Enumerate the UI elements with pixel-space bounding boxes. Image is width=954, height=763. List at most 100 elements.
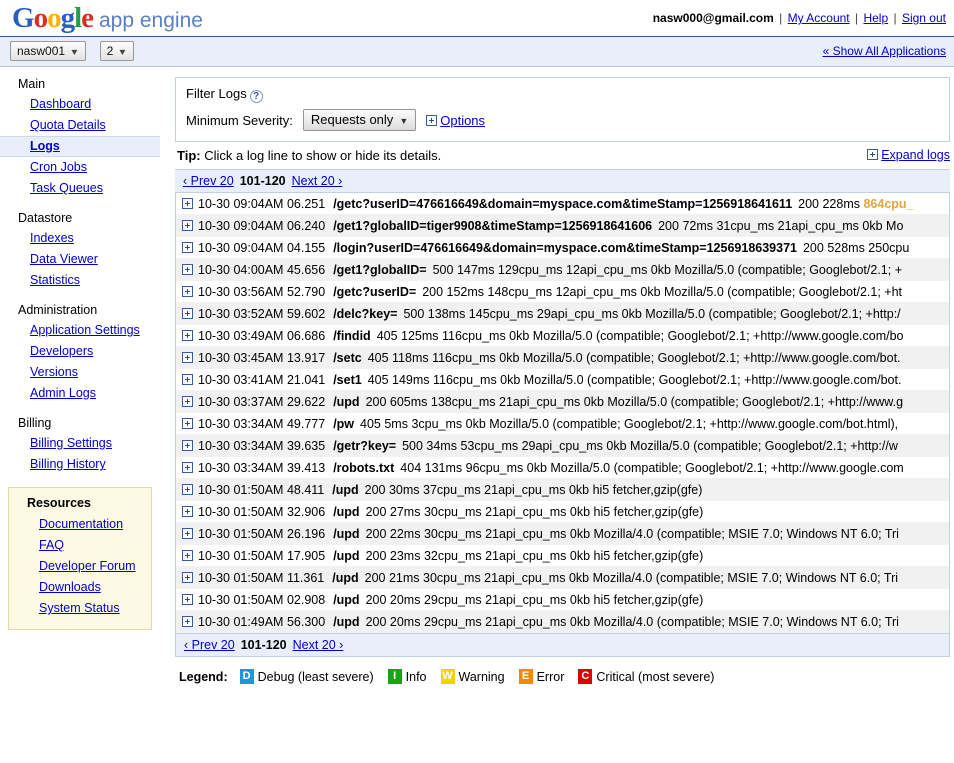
resources-item-system-status[interactable]: System Status bbox=[9, 598, 151, 619]
version-select-label: 2 bbox=[106, 44, 114, 58]
google-app-engine-logo[interactable]: Google app engine bbox=[12, 2, 203, 35]
tip-row: Tip: Click a log line to show or hide it… bbox=[175, 142, 950, 169]
expand-row-icon[interactable] bbox=[182, 308, 193, 319]
options-link[interactable]: Options bbox=[440, 113, 485, 128]
sidebar-item-billing-history[interactable]: Billing History bbox=[0, 454, 160, 475]
log-row[interactable]: 10-30 01:50AM 11.361/upd 200 21ms 30cpu_m… bbox=[176, 567, 949, 589]
log-timestamp: 10-30 01:50AM 48.411 bbox=[198, 483, 325, 497]
resources-item-documentation[interactable]: Documentation bbox=[9, 514, 151, 535]
expand-row-icon[interactable] bbox=[182, 264, 193, 275]
log-row[interactable]: 10-30 01:50AM 02.908/upd 200 20ms 29cpu_m… bbox=[176, 589, 949, 611]
sidebar-item-task-queues[interactable]: Task Queues bbox=[0, 178, 160, 199]
resources-item-faq[interactable]: FAQ bbox=[9, 535, 151, 556]
sidebar-item-data-viewer[interactable]: Data Viewer bbox=[0, 249, 160, 270]
log-row[interactable]: 10-30 03:34AM 39.413/robots.txt 404 131ms… bbox=[176, 457, 949, 479]
expand-row-icon[interactable] bbox=[182, 594, 193, 605]
log-table: 10-30 09:04AM 06.251/getc?userID=4766166… bbox=[175, 193, 950, 633]
expand-row-icon[interactable] bbox=[182, 572, 193, 583]
expand-row-icon[interactable] bbox=[182, 374, 193, 385]
log-row[interactable]: 10-30 01:49AM 56.300/upd 200 20ms 29cpu_m… bbox=[176, 611, 949, 633]
log-row[interactable]: 10-30 01:50AM 48.411/upd 200 30ms 37cpu_m… bbox=[176, 479, 949, 501]
sign-out-link[interactable]: Sign out bbox=[902, 11, 946, 25]
log-details: 200 30ms 37cpu_ms 21api_cpu_ms 0kb hi5 f… bbox=[364, 483, 703, 497]
log-row[interactable]: 10-30 01:50AM 32.906/upd 200 27ms 30cpu_m… bbox=[176, 501, 949, 523]
log-row[interactable]: 10-30 04:00AM 45.656/get1?globalID= 500 1… bbox=[176, 259, 949, 281]
sidebar-item-label: Quota Details bbox=[30, 118, 106, 132]
resources-item-downloads[interactable]: Downloads bbox=[9, 577, 151, 598]
log-request-path: /upd bbox=[332, 483, 359, 497]
help-link[interactable]: Help bbox=[863, 11, 888, 25]
legend-item-label: Error bbox=[536, 669, 565, 684]
sidebar-item-quota-details[interactable]: Quota Details bbox=[0, 115, 160, 136]
sidebar-item-application-settings[interactable]: Application Settings bbox=[0, 320, 160, 341]
severity-chip-i-icon: I bbox=[387, 669, 402, 684]
log-row[interactable]: 10-30 03:41AM 21.041/set1 405 149ms 116cp… bbox=[176, 369, 949, 391]
expand-logs-link[interactable]: Expand logs bbox=[881, 148, 950, 162]
expand-row-icon[interactable] bbox=[182, 462, 193, 473]
log-timestamp: 10-30 03:49AM 06.686 bbox=[198, 329, 326, 343]
log-timestamp: 10-30 01:50AM 11.361 bbox=[198, 571, 325, 585]
prev-page-link-bottom[interactable]: ‹ Prev 20 bbox=[184, 638, 235, 652]
next-page-link-top[interactable]: Next 20 › bbox=[292, 174, 343, 188]
expand-row-icon[interactable] bbox=[182, 220, 193, 231]
log-row[interactable]: 10-30 09:04AM 04.155/login?userID=476616… bbox=[176, 237, 949, 259]
log-timestamp: 10-30 03:34AM 39.635 bbox=[198, 439, 326, 453]
expand-row-icon[interactable] bbox=[182, 330, 193, 341]
sidebar-item-label: Task Queues bbox=[30, 181, 103, 195]
sidebar-item-dashboard[interactable]: Dashboard bbox=[0, 94, 160, 115]
sidebar-item-indexes[interactable]: Indexes bbox=[0, 228, 160, 249]
legend-title: Legend: bbox=[179, 669, 228, 684]
sidebar-item-versions[interactable]: Versions bbox=[0, 362, 160, 383]
log-details: 405 125ms 116cpu_ms 0kb Mozilla/5.0 (com… bbox=[376, 329, 904, 343]
expand-row-icon[interactable] bbox=[182, 506, 193, 517]
sidebar-item-developers[interactable]: Developers bbox=[0, 341, 160, 362]
severity-chip-w-icon: W bbox=[440, 669, 455, 684]
sidebar-item-statistics[interactable]: Statistics bbox=[0, 270, 160, 291]
expand-row-icon[interactable] bbox=[182, 550, 193, 561]
log-row[interactable]: 10-30 03:56AM 52.790/getc?userID= 200 152… bbox=[176, 281, 949, 303]
log-row[interactable]: 10-30 03:37AM 29.622/upd 200 605ms 138cpu… bbox=[176, 391, 949, 413]
question-mark-icon[interactable]: ? bbox=[249, 90, 263, 103]
expand-row-icon[interactable] bbox=[182, 352, 193, 363]
log-row[interactable]: 10-30 01:50AM 26.196/upd 200 22ms 30cpu_m… bbox=[176, 523, 949, 545]
expand-row-icon[interactable] bbox=[182, 484, 193, 495]
expand-row-icon[interactable] bbox=[182, 286, 193, 297]
my-account-link[interactable]: My Account bbox=[788, 11, 850, 25]
options-toggle[interactable]: Options bbox=[426, 113, 485, 128]
expand-logs-toggle[interactable]: Expand logs bbox=[867, 148, 950, 162]
expand-row-icon[interactable] bbox=[182, 396, 193, 407]
page-body: Main Dashboard Quota Details Logs Cron J… bbox=[0, 67, 954, 684]
show-all-applications-link[interactable]: « Show All Applications bbox=[823, 44, 946, 58]
log-row[interactable]: 10-30 03:45AM 13.917/setc 405 118ms 116cp… bbox=[176, 347, 949, 369]
log-timestamp: 10-30 03:34AM 39.413 bbox=[198, 461, 326, 475]
expand-row-icon[interactable] bbox=[182, 418, 193, 429]
log-row[interactable]: 10-30 09:04AM 06.240/get1?globalID=tiger… bbox=[176, 215, 949, 237]
log-row[interactable]: 10-30 03:52AM 59.602/delc?key= 500 138ms … bbox=[176, 303, 949, 325]
expand-row-icon[interactable] bbox=[182, 616, 193, 627]
sidebar-item-billing-settings[interactable]: Billing Settings bbox=[0, 433, 160, 454]
log-row[interactable]: 10-30 09:04AM 06.251/getc?userID=4766166… bbox=[176, 193, 949, 215]
expand-row-icon[interactable] bbox=[182, 198, 193, 209]
expand-row-icon[interactable] bbox=[182, 528, 193, 539]
log-row[interactable]: 10-30 01:50AM 17.905/upd 200 23ms 32cpu_m… bbox=[176, 545, 949, 567]
page-header: Google app engine nasw000@gmail.com | My … bbox=[0, 0, 954, 37]
log-row[interactable]: 10-30 03:49AM 06.686/findid 405 125ms 116… bbox=[176, 325, 949, 347]
application-select[interactable]: nasw001 ▼ bbox=[10, 41, 86, 61]
log-row[interactable]: 10-30 03:34AM 39.635/getr?key= 500 34ms 5… bbox=[176, 435, 949, 457]
chevron-down-icon: ▼ bbox=[69, 47, 80, 57]
version-select[interactable]: 2 ▼ bbox=[99, 41, 135, 61]
minimum-severity-select[interactable]: Requests only ▼ bbox=[302, 109, 417, 131]
log-row[interactable]: 10-30 03:34AM 49.777/pw 405 5ms 3cpu_ms 0… bbox=[176, 413, 949, 435]
sidebar-item-cron-jobs[interactable]: Cron Jobs bbox=[0, 157, 160, 178]
log-request-path: /getr?key= bbox=[333, 439, 397, 453]
next-page-link-bottom[interactable]: Next 20 › bbox=[293, 638, 344, 652]
nav-group-main: Main Dashboard Quota Details Logs Cron J… bbox=[0, 77, 160, 199]
expand-row-icon[interactable] bbox=[182, 440, 193, 451]
sidebar-item-logs[interactable]: Logs bbox=[0, 136, 160, 157]
prev-page-link-top[interactable]: ‹ Prev 20 bbox=[183, 174, 234, 188]
sidebar-item-admin-logs[interactable]: Admin Logs bbox=[0, 383, 160, 404]
logo-letter-o1: o bbox=[33, 2, 48, 34]
resources-item-developer-forum[interactable]: Developer Forum bbox=[9, 556, 151, 577]
expand-row-icon[interactable] bbox=[182, 242, 193, 253]
log-timestamp: 10-30 09:04AM 06.251 bbox=[198, 197, 326, 211]
